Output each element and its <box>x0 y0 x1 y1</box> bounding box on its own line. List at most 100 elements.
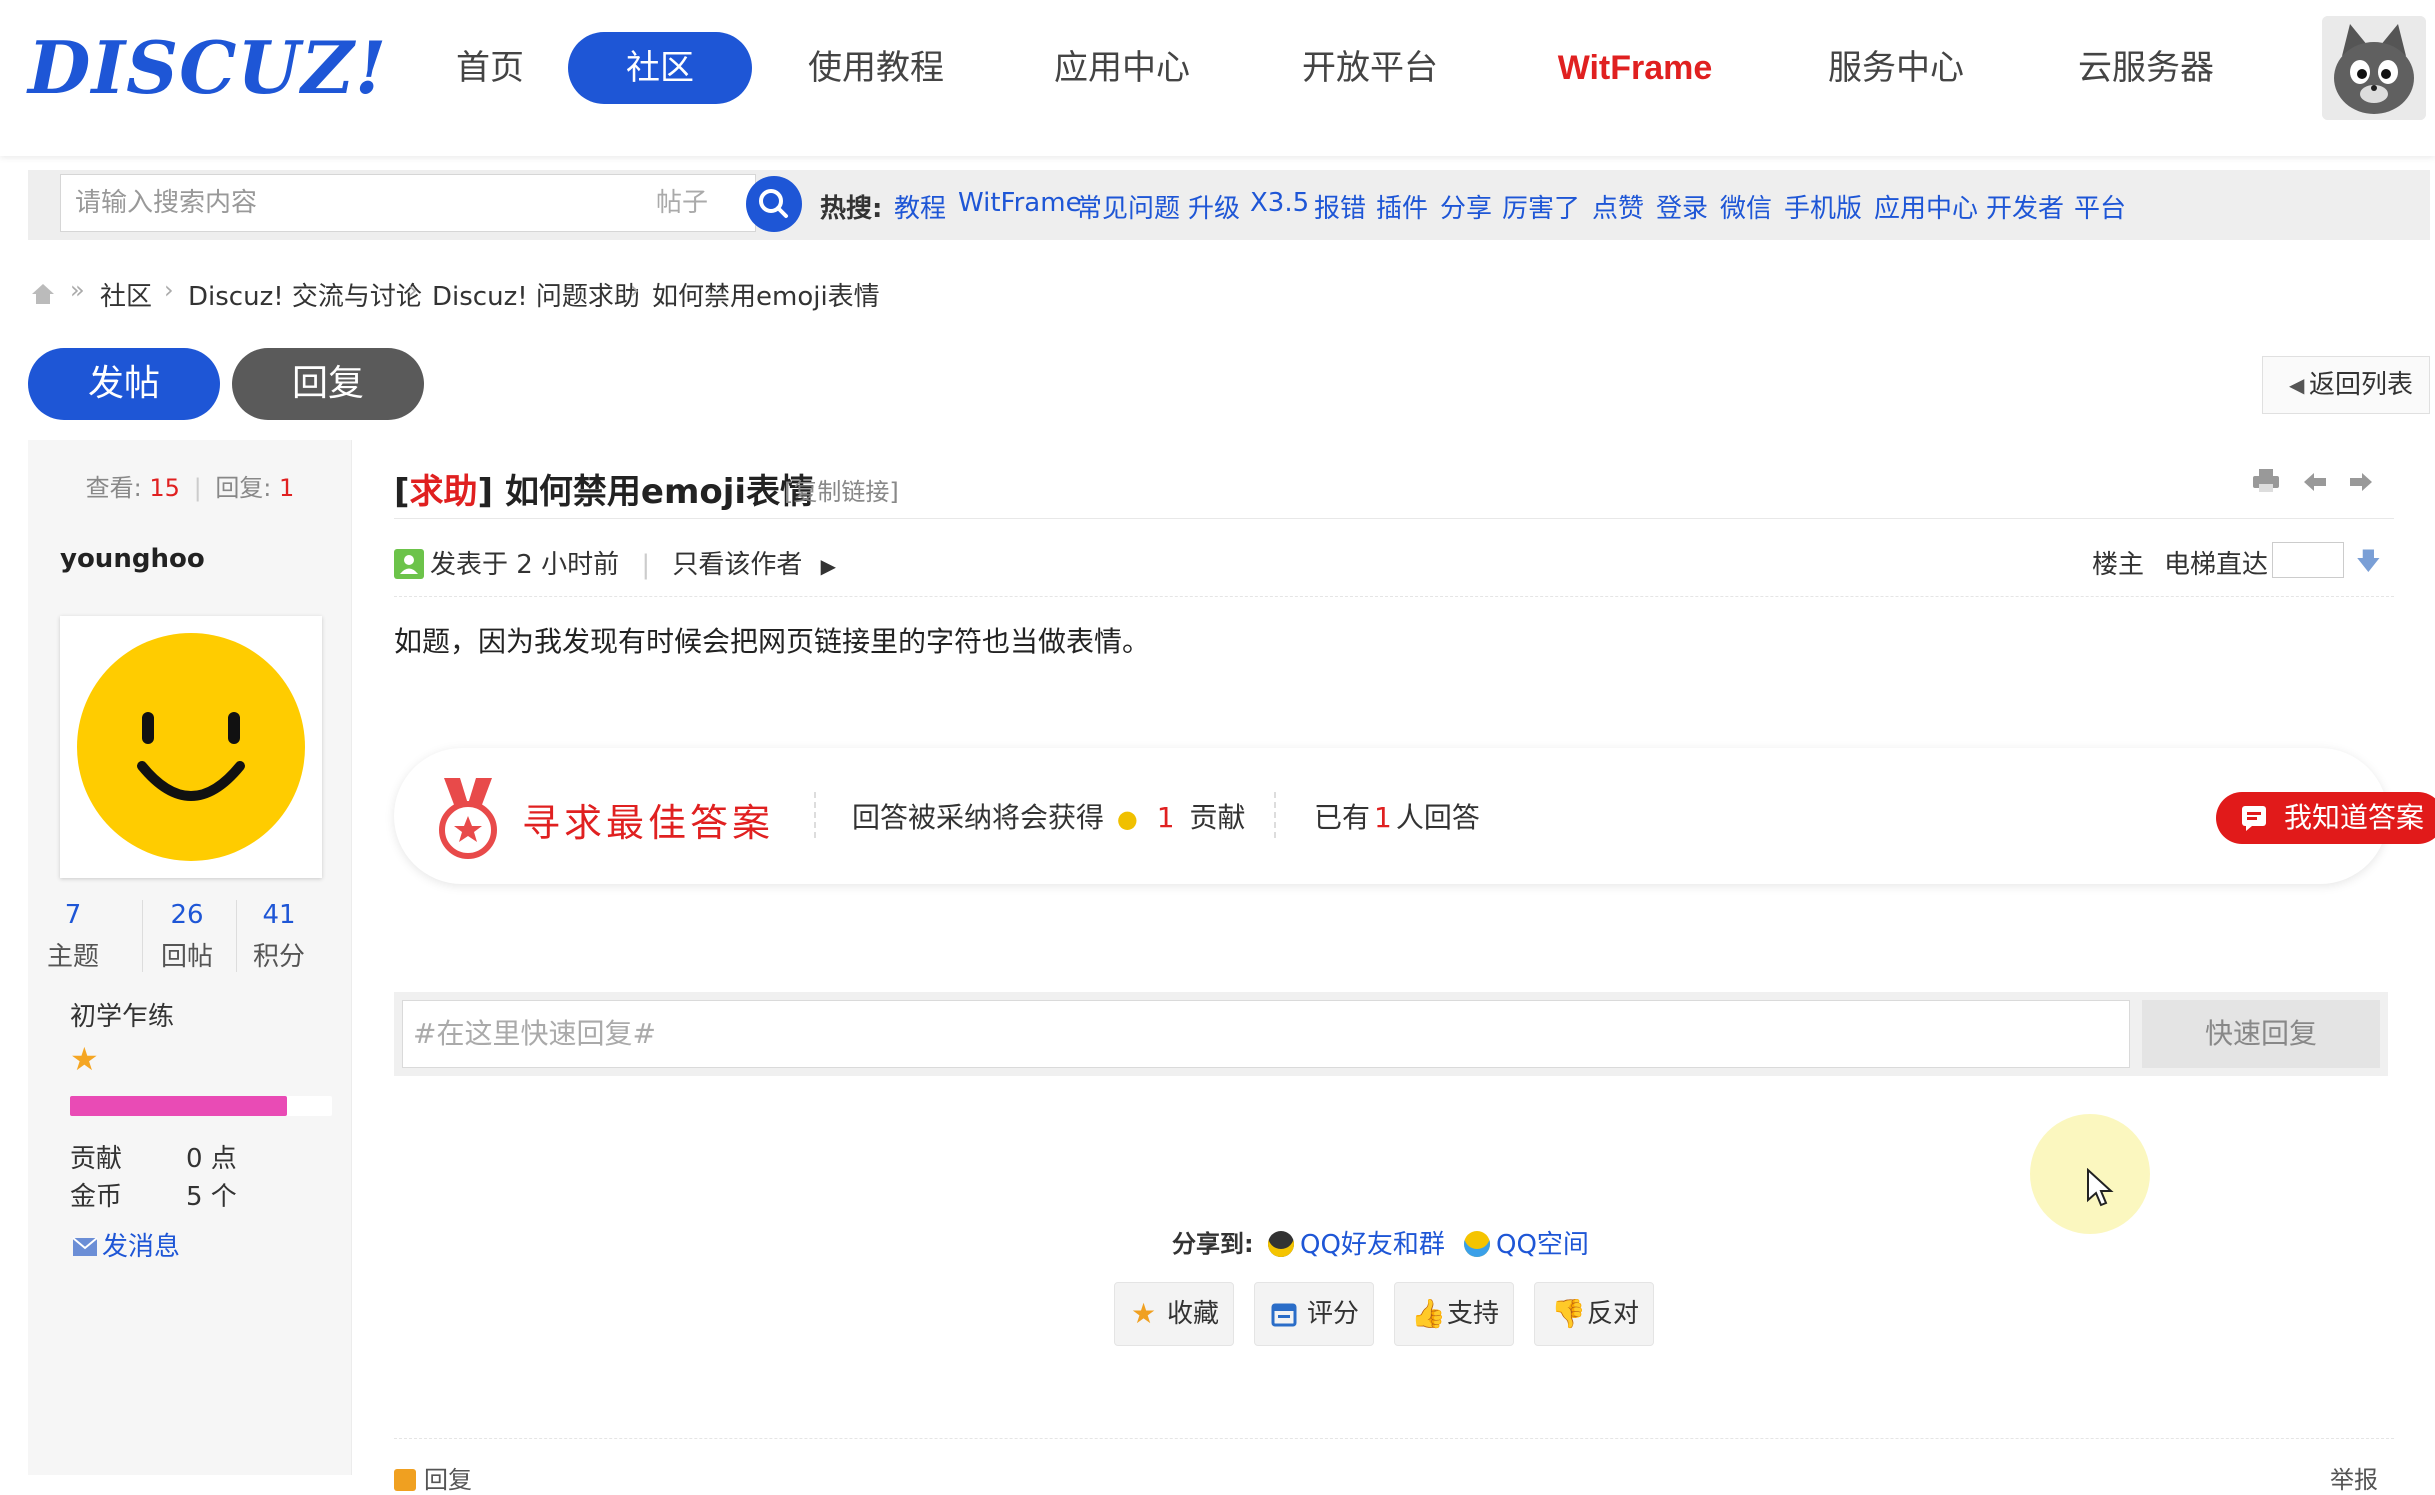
caret-right-icon: ▶ <box>820 554 837 578</box>
post-content: [求助] 如何禁用emoji表情 [复制链接] 发表于 2 小时前 | 只看该作… <box>352 440 2435 1494</box>
hot-term[interactable]: 厉害了 <box>1502 188 1580 225</box>
views-count: 15 <box>149 474 180 502</box>
bounty-divider <box>814 792 816 838</box>
support-button[interactable]: 👍 支持 <box>1394 1282 1514 1346</box>
envelope-icon <box>72 1237 98 1256</box>
hot-term[interactable]: 手机版 <box>1784 188 1862 225</box>
cat-avatar-icon <box>2322 16 2426 120</box>
share-label: 分享到: <box>1172 1230 1254 1258</box>
post-title-text: 如何禁用emoji表情 <box>504 472 815 512</box>
share-qq-friends-label: QQ好友和群 <box>1300 1230 1445 1260</box>
answers-suffix: 人回答 <box>1395 801 1480 834</box>
hot-term[interactable]: WitFrame <box>958 188 1082 218</box>
copy-link-button[interactable]: [复制链接] <box>784 472 899 507</box>
report-link[interactable]: 举报 <box>2330 1460 2378 1495</box>
nav-item-app-center[interactable]: 应用中心 <box>1032 32 1212 104</box>
level-star-icon: ★ <box>70 1040 99 1078</box>
send-message-link[interactable]: 发消息 <box>72 1226 180 1263</box>
breadcrumb-thread[interactable]: 如何禁用emoji表情 <box>652 276 880 313</box>
star-icon: ★ <box>1131 1297 1157 1330</box>
only-author-link[interactable]: 只看该作者 <box>672 550 802 580</box>
reply-link-label: 回复 <box>424 1466 472 1494</box>
hot-term[interactable]: 升级 <box>1188 188 1240 225</box>
previous-thread-icon[interactable] <box>2302 468 2328 501</box>
elevator-floor-input[interactable] <box>2272 542 2344 578</box>
breadcrumb-community[interactable]: 社区 <box>100 276 152 313</box>
breadcrumb-subforum[interactable]: Discuz! 问题求助 <box>432 276 640 313</box>
author-avatar[interactable] <box>60 616 322 878</box>
hot-term[interactable]: 开发者 <box>1986 188 2064 225</box>
share-qq-zone[interactable]: QQ空间 <box>1464 1224 1589 1261</box>
nav-item-service-center[interactable]: 服务中心 <box>1806 32 1986 104</box>
answers-prefix: 已有 <box>1314 801 1371 834</box>
coin-icon: ● <box>1116 805 1138 833</box>
nav-item-community[interactable]: 社区 <box>568 32 752 104</box>
print-icon[interactable] <box>2252 468 2280 501</box>
hot-term[interactable]: 报错 <box>1314 188 1366 225</box>
reply-icon <box>394 1469 416 1491</box>
back-to-list-button[interactable]: ◀ 返回列表 <box>2262 356 2430 414</box>
nav-item-open-platform[interactable]: 开放平台 <box>1280 32 1460 104</box>
oppose-label: 反对 <box>1587 1299 1640 1329</box>
share-qq-friends[interactable]: QQ好友和群 <box>1268 1224 1445 1261</box>
new-post-button[interactable]: 发帖 <box>28 348 220 420</box>
thumbs-down-icon: 👎 <box>1551 1297 1586 1330</box>
next-thread-icon[interactable] <box>2348 468 2374 501</box>
home-icon[interactable] <box>30 282 56 306</box>
cursor-highlight <box>2030 1114 2150 1234</box>
nav-item-cloud-server[interactable]: 云服务器 <box>2056 32 2236 104</box>
bounty-reward-amount: 1 <box>1156 801 1175 834</box>
quick-reply-button[interactable]: 快速回复 <box>2142 1000 2380 1068</box>
i-know-answer-button[interactable]: 我知道答案 <box>2216 792 2435 844</box>
hot-term[interactable]: 微信 <box>1720 188 1772 225</box>
quick-reply: #在这里快速回复# 快速回复 <box>394 992 2388 1076</box>
hot-term[interactable]: 登录 <box>1656 188 1708 225</box>
hot-term[interactable]: 点赞 <box>1592 188 1644 225</box>
bounty-reward-text: 回答被采纳将会获得 <box>852 801 1105 834</box>
elevator-label: 电梯直达 <box>2164 550 2269 580</box>
rate-button[interactable]: 评分 <box>1254 1282 1374 1346</box>
post-tag[interactable]: 求助 <box>410 472 478 512</box>
bounty-box: 寻求最佳答案 回答被采纳将会获得 ● 1 贡献 已有 1 人回答 我知道答案 <box>394 748 2435 884</box>
nav-item-home[interactable]: 首页 <box>430 32 550 104</box>
level-progress-fill <box>70 1096 288 1116</box>
author-posts-count[interactable]: 26 <box>142 900 232 930</box>
meta-separator: | <box>641 550 651 580</box>
hot-term[interactable]: 插件 <box>1376 188 1428 225</box>
search-input[interactable]: 请输入搜索内容 <box>60 174 634 232</box>
gold-label: 金币 <box>70 1182 123 1212</box>
send-message-label: 发消息 <box>102 1232 181 1262</box>
nav-item-tutorials[interactable]: 使用教程 <box>786 32 966 104</box>
reply-button[interactable]: 回复 <box>232 348 424 420</box>
arrow-down-icon[interactable]: 🡇 <box>2356 544 2381 585</box>
quick-reply-input[interactable]: #在这里快速回复# <box>402 1000 2130 1068</box>
bounty-title: 寻求最佳答案 <box>522 801 775 845</box>
hot-term[interactable]: 平台 <box>2074 188 2126 225</box>
hot-term[interactable]: X3.5 <box>1250 188 1309 218</box>
nav-item-witframe[interactable]: WitFrame <box>1540 32 1730 104</box>
reply-link[interactable]: 回复 <box>394 1460 472 1495</box>
hot-term[interactable]: 教程 <box>894 188 946 225</box>
user-avatar[interactable] <box>2322 16 2426 120</box>
search-type-select[interactable]: 帖子 <box>632 174 756 232</box>
breadcrumb-forum[interactable]: Discuz! 交流与讨论 <box>188 276 422 313</box>
qzone-star-icon <box>1464 1231 1490 1257</box>
bounty-answers: 已有 1 人回答 <box>1314 796 1480 836</box>
top-navigation: DISCUZ! 首页 社区 使用教程 应用中心 开放平台 WitFrame 服务… <box>0 0 2435 156</box>
author-credits-count[interactable]: 41 <box>234 900 324 930</box>
search-button[interactable] <box>746 176 802 232</box>
floor-label: 楼主 <box>2092 550 2145 580</box>
oppose-button[interactable]: 👎 反对 <box>1534 1282 1654 1346</box>
hot-term[interactable]: 分享 <box>1440 188 1492 225</box>
author-name[interactable]: younghoo <box>60 544 205 574</box>
favorite-label: 收藏 <box>1167 1299 1220 1329</box>
bounty-divider <box>1274 792 1276 838</box>
title-divider <box>394 518 2394 519</box>
search-icon <box>759 189 788 218</box>
hot-term[interactable]: 常见问题 <box>1076 188 1180 225</box>
site-logo[interactable]: DISCUZ! <box>28 28 387 108</box>
author-threads-count[interactable]: 7 <box>28 900 118 930</box>
favorite-button[interactable]: ★ 收藏 <box>1114 1282 1234 1346</box>
hot-term[interactable]: 应用中心 <box>1874 188 1978 225</box>
stats-separator: | <box>193 474 202 502</box>
